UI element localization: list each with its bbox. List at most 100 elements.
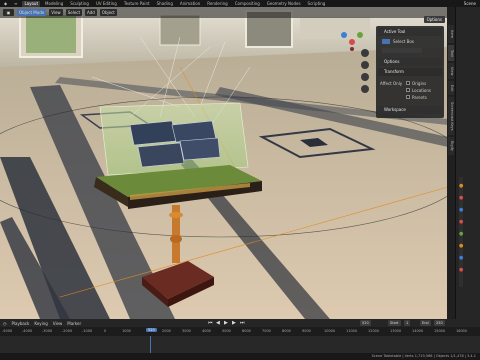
frame-tick: 1000 <box>122 329 131 333</box>
frame-tick: -3000 <box>42 329 53 333</box>
tab-rigify[interactable]: Rigify <box>448 137 454 155</box>
workspace-section[interactable]: Workspace <box>378 106 442 114</box>
topbar: ◆ ≡ Layout Modeling Sculpting UV Editing… <box>0 0 480 7</box>
frame-tick: 8000 <box>282 329 291 333</box>
timeline-editor-icon[interactable]: ◷ <box>3 321 7 326</box>
modifier-props-icon[interactable]: ● <box>459 255 463 261</box>
end-label: End <box>420 320 431 326</box>
options-button[interactable]: Options <box>423 16 445 23</box>
tab-modeling[interactable]: Modeling <box>43 1 65 7</box>
frame-tick: 5000 <box>222 329 231 333</box>
play-icon[interactable]: ▶ <box>224 320 228 326</box>
view-menu[interactable]: View <box>49 9 63 16</box>
origins-label: Origins <box>412 81 427 86</box>
blender-logo-icon[interactable]: ◆ <box>2 1 9 7</box>
frame-tick: 12000 <box>368 329 380 333</box>
frame-tick: -4000 <box>22 329 33 333</box>
menu-file[interactable]: ≡ <box>12 1 19 7</box>
sidebar-panel: Active Tool Select Box Options Transform… <box>376 26 444 118</box>
tab-layout[interactable]: Layout <box>22 0 41 7</box>
material-props-icon[interactable]: ● <box>459 267 463 273</box>
frame-tick: 4000 <box>202 329 211 333</box>
tab-shading[interactable]: Shading <box>155 1 175 7</box>
keying-menu[interactable]: Keying <box>34 321 47 326</box>
tab-scripting[interactable]: Scripting <box>306 1 328 7</box>
frame-tick: 15000 <box>434 329 446 333</box>
playback-menu[interactable]: Playback <box>12 321 30 326</box>
tool-props-icon[interactable]: ● <box>459 183 463 189</box>
object-props-icon[interactable]: ● <box>459 243 463 249</box>
frame-tick: 10000 <box>324 329 336 333</box>
world-props-icon[interactable]: ● <box>459 231 463 237</box>
select-box-label: Select Box <box>393 39 415 44</box>
pan-icon[interactable] <box>361 61 369 69</box>
end-field[interactable]: 250 <box>434 320 445 326</box>
tab-compositing[interactable]: Compositing <box>233 1 262 7</box>
tab-geometry-nodes[interactable]: Geometry Nodes <box>265 1 303 7</box>
render-props-icon[interactable]: ● <box>459 195 463 201</box>
active-tool-section[interactable]: Active Tool <box>378 28 442 36</box>
tab-edit[interactable]: Edit <box>448 81 454 95</box>
select-box-icon[interactable] <box>382 39 390 44</box>
transform-section[interactable]: Transform <box>378 68 442 76</box>
tab-animation[interactable]: Animation <box>178 1 202 7</box>
jump-start-icon[interactable]: ⏮ <box>208 320 213 326</box>
tab-uv-editing[interactable]: UV Editing <box>94 1 119 7</box>
status-text: Scene Tabletable | Verts 1,719,566 | Obj… <box>371 354 476 358</box>
options-section[interactable]: Options <box>378 58 442 66</box>
properties-editor: ● ● ● ● ● ● ● ● <box>455 7 480 319</box>
start-field[interactable]: 1 <box>404 320 411 326</box>
view-menu-timeline[interactable]: View <box>53 321 63 326</box>
prev-key-icon[interactable]: ◀ <box>216 320 220 326</box>
select-menu[interactable]: Select <box>65 9 83 16</box>
frame-tick: -5000 <box>2 329 13 333</box>
jump-end-icon[interactable]: ⏭ <box>240 320 245 326</box>
timeline-body[interactable] <box>0 336 480 353</box>
camera-view-icon[interactable] <box>361 73 369 81</box>
tab-item[interactable]: Item <box>448 25 454 43</box>
editor-type-icon[interactable]: ▣ <box>3 9 14 16</box>
frame-tick: 9000 <box>302 329 311 333</box>
object-menu[interactable]: Object <box>99 9 117 16</box>
zoom-icon[interactable] <box>361 49 369 57</box>
tab-screencast-keys[interactable]: Screencast Keys <box>448 97 454 135</box>
origins-checkbox[interactable] <box>406 81 410 85</box>
sidebar-tabs: Item Tool View Edit Screencast Keys Rigi… <box>447 7 455 319</box>
parents-checkbox[interactable] <box>406 95 410 99</box>
current-frame-field[interactable]: 520 <box>360 320 371 326</box>
frame-tick: 11000 <box>346 329 358 333</box>
next-key-icon[interactable]: ▶ <box>232 320 236 326</box>
ortho-toggle-icon[interactable] <box>361 85 369 93</box>
timeline-header: ◷ Playback Keying View Marker ⏮ ◀ ▶ ▶ ⏭ … <box>0 319 480 327</box>
mode-select[interactable]: Object Mode <box>17 9 47 16</box>
viewport-header: ▣ Object Mode View Select Add Object <box>0 7 448 18</box>
frame-tick: 6000 <box>242 329 251 333</box>
tab-rendering[interactable]: Rendering <box>205 1 229 7</box>
locations-checkbox[interactable] <box>406 88 410 92</box>
tab-view[interactable]: View <box>448 63 454 79</box>
frame-tick: 2000 <box>162 329 171 333</box>
tab-sculpting[interactable]: Sculpting <box>68 1 91 7</box>
parents-label: Parents <box>412 95 427 100</box>
start-label: Start <box>388 320 401 326</box>
add-menu[interactable]: Add <box>85 9 97 16</box>
playhead[interactable]: 520 <box>146 328 157 332</box>
frame-tick: 16000 <box>456 329 468 333</box>
frame-tick: 13000 <box>390 329 402 333</box>
tab-tool[interactable]: Tool <box>448 45 454 61</box>
tab-texture-paint[interactable]: Texture Paint <box>122 1 152 7</box>
frame-tick: -1000 <box>82 329 93 333</box>
scene-name[interactable]: Scene <box>464 0 476 7</box>
status-bar: Scene Tabletable | Verts 1,719,566 | Obj… <box>0 353 480 360</box>
output-props-icon[interactable]: ● <box>459 207 463 213</box>
frame-tick: -2000 <box>62 329 73 333</box>
frame-tick: 0 <box>104 329 107 333</box>
affect-only-label: Affect Only <box>380 81 403 86</box>
marker-menu[interactable]: Marker <box>67 321 81 326</box>
frame-tick: 3000 <box>182 329 191 333</box>
frame-ruler[interactable]: -5000 -4000 -3000 -2000 -1000 0 1000 520… <box>0 327 480 336</box>
frame-tick: 7000 <box>262 329 271 333</box>
tool-icons-row[interactable] <box>382 48 422 53</box>
frame-tick: 14000 <box>412 329 424 333</box>
scene-props-icon[interactable]: ● <box>459 219 463 225</box>
